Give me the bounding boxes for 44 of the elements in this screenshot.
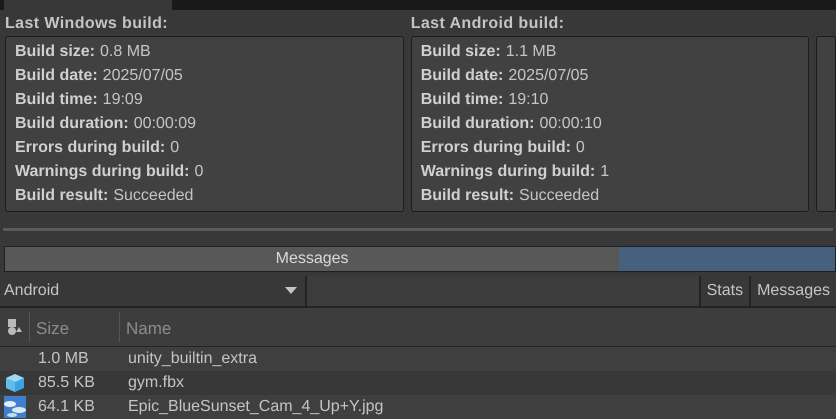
messages-segment: Messages [5, 246, 620, 271]
name-cell-text: Epic_BlueSunset_Cam_4_Up+Y.jpg [127, 397, 384, 417]
field-value: 19:09 [102, 90, 143, 110]
toolbar-button[interactable]: Stats [698, 276, 750, 306]
field-label: Build result: [420, 186, 514, 206]
field-label: Build time: [15, 90, 98, 110]
platform-dropdown[interactable]: Android [0, 276, 307, 306]
field-value: 1 [600, 162, 610, 182]
field-value: Succeeded [113, 186, 194, 206]
cube-icon [5, 373, 25, 393]
section-title: Last Android build: [410, 14, 566, 34]
field-label: Build size: [420, 42, 501, 62]
field-value: 2025/07/05 [102, 66, 183, 86]
name-cell-text: gym.fbx [127, 373, 184, 393]
size-cell-text: 1.0 MB [37, 349, 90, 369]
dropdown-caret-icon [285, 286, 297, 295]
field-label: Build duration: [420, 114, 534, 134]
field-value: 00:00:10 [539, 114, 602, 134]
split-bar[interactable]: Messages [4, 246, 836, 272]
field-value: 0 [576, 138, 585, 158]
field-label: Build date: [420, 66, 504, 86]
field-value: 0 [170, 138, 180, 158]
field-value: 00:00:09 [134, 114, 196, 134]
field-value: 2025/07/05 [508, 66, 588, 86]
field-label: Warnings during build: [420, 162, 596, 182]
field-label: Errors during build: [420, 138, 571, 158]
field-label: Warnings during build: [15, 162, 190, 182]
field-label: Errors during build: [15, 138, 166, 158]
field-label: Build size: [15, 42, 96, 62]
field-value: 1.1 MB [506, 42, 556, 62]
field-label: Build duration: [15, 114, 129, 134]
name-cell-text: unity_builtin_extra [127, 349, 257, 369]
field-label: Build result: [15, 186, 108, 206]
field-label: Build date: [15, 66, 98, 86]
asset-type-icon [8, 319, 22, 335]
section-title: Last Windows build: [5, 14, 169, 34]
field-value: 0 [194, 162, 204, 182]
size-cell-text: 85.5 KB [37, 373, 96, 393]
field-value: Succeeded [519, 186, 600, 206]
toolbar-button[interactable]: Messages [749, 276, 836, 306]
field-value: 0.8 MB [100, 42, 151, 62]
field-label: Build time: [420, 90, 504, 110]
size-cell-text: 64.1 KB [37, 397, 96, 417]
field-value: 19:10 [508, 90, 548, 110]
